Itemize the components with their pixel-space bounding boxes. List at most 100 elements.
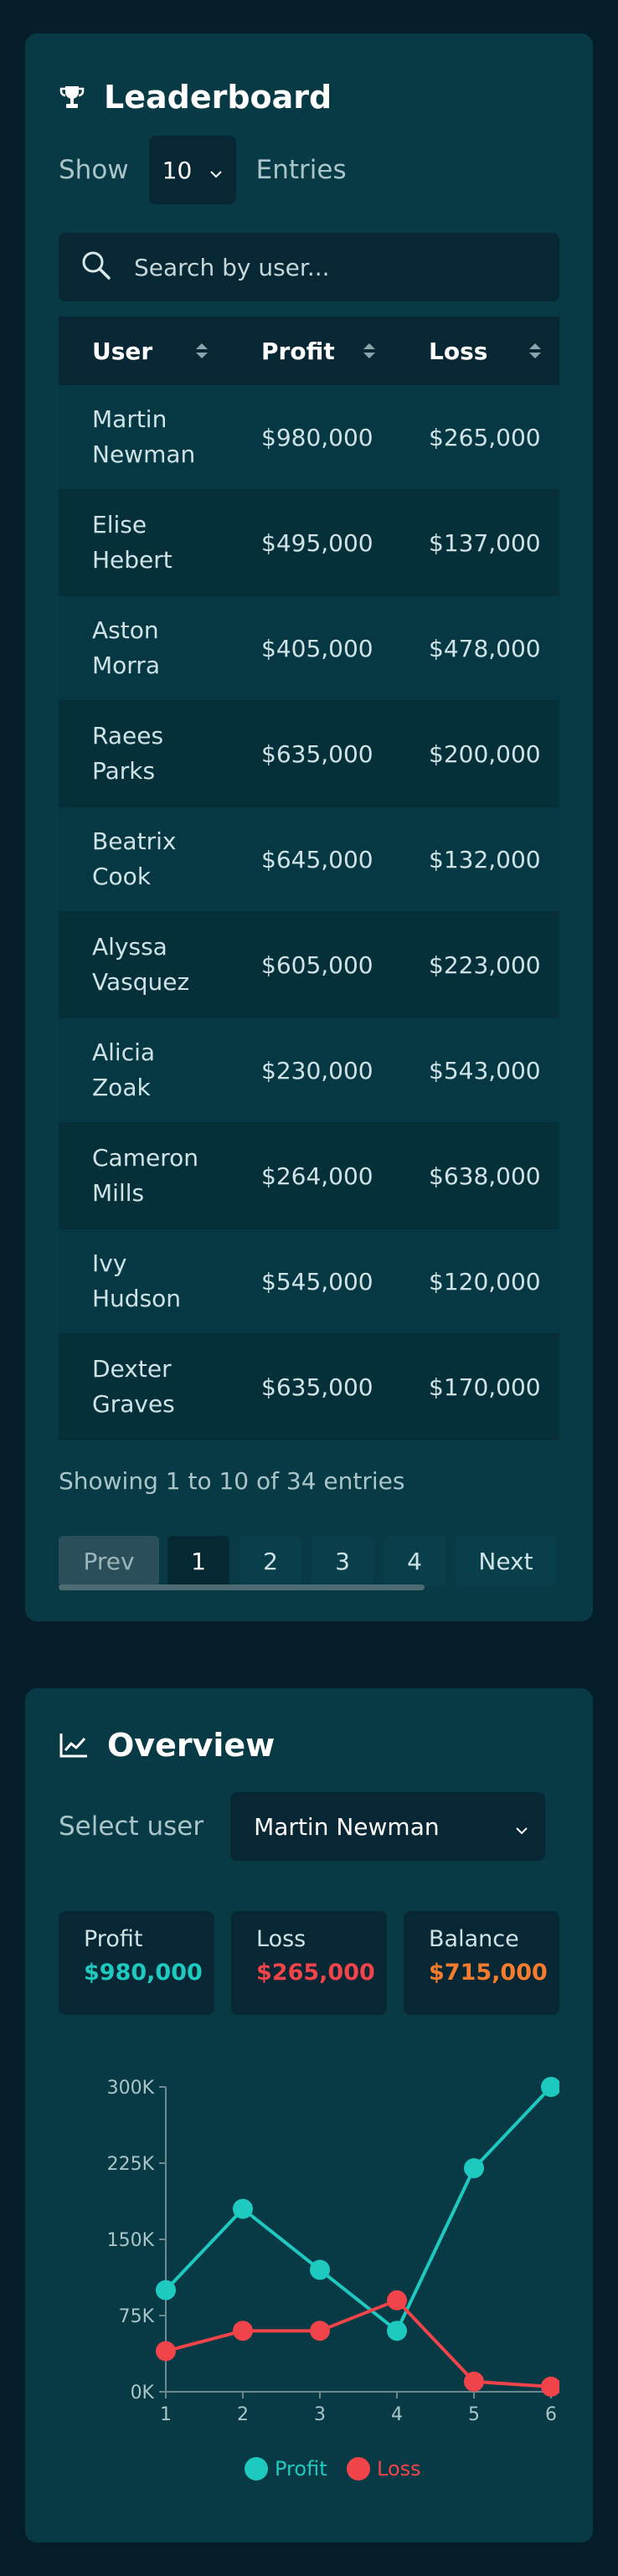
stat-value: $265,000 [256,1960,375,1986]
loss-cell: $543,000 [429,1056,541,1084]
loss-cell: $200,000 [429,739,541,768]
data-point-loss [233,2321,253,2342]
user-cell: Elise Hebert [92,511,173,574]
prev-button[interactable]: Prev [59,1536,159,1586]
table-row[interactable]: Raees Parks $635,000 $200,000 [59,702,559,807]
x-tick-label: 1 [160,2404,172,2425]
data-point-profit [156,2280,176,2300]
table-row[interactable]: Cameron Mills $264,000 $638,000 [59,1124,559,1229]
selected-user: Martin Newman [254,1812,440,1841]
user-select[interactable]: Martin Newman [230,1792,546,1861]
loss-cell: $638,000 [429,1162,541,1190]
profit-loss-chart: 0K 75K 150K 225K 300K 1 2 3 4 5 6 Profit Loss [107,2077,559,2481]
loss-cell: $170,000 [429,1373,541,1401]
profit-cell: $545,000 [261,1267,373,1296]
column-header-loss[interactable]: Loss [394,317,559,385]
pagination-scrollbar[interactable] [59,1584,425,1590]
table-row[interactable]: Dexter Graves $635,000 $170,000 [59,1335,559,1440]
loss-cell: $120,000 [429,1267,541,1296]
user-cell: Beatrix Cook [92,827,177,890]
table-row[interactable]: Elise Hebert $495,000 $137,000 [59,491,559,596]
table-row[interactable]: Beatrix Cook $645,000 $132,000 [59,807,559,913]
stat-label: Profit [84,1926,143,1952]
loss-cell: $223,000 [429,951,541,979]
data-point-loss [541,2376,559,2397]
show-label: Show [59,155,129,185]
balance-stat: Balance $715,000 [404,1911,559,2015]
data-point-loss [464,2371,484,2392]
column-header-user[interactable]: User [59,317,226,385]
x-tick-label: 3 [314,2404,326,2425]
page-4-button[interactable]: 4 [384,1536,445,1586]
next-button[interactable]: Next [456,1536,556,1586]
page-2-button[interactable]: 2 [239,1536,301,1586]
user-cell: Ivy Hudson [92,1249,182,1312]
profit-cell: $495,000 [261,528,373,557]
data-point-loss [310,2321,330,2342]
legend-marker-loss [347,2457,370,2481]
user-cell: Dexter Graves [92,1355,175,1418]
trophy-icon [59,84,85,111]
leaderboard-table: User Profit Loss Martin Newman $980,000 … [59,317,559,1440]
select-user-label: Select user [59,1811,204,1842]
series-line-profit [164,2085,553,2333]
y-tick-label: 225K [107,2154,155,2175]
data-point-profit [310,2259,330,2280]
entries-label: Entries [255,155,347,185]
table-row[interactable]: Ivy Hudson $545,000 $120,000 [59,1229,559,1335]
profit-cell: $405,000 [261,634,373,662]
series-line-loss [165,2298,552,2388]
table-header: User Profit Loss [59,317,559,385]
search-icon [80,250,112,285]
sort-icon [363,343,375,358]
table-row[interactable]: Alyssa Vasquez $605,000 $223,000 [59,913,559,1018]
profit-cell: $645,000 [261,845,373,873]
stat-value: $980,000 [84,1960,203,1986]
leaderboard-title: Leaderboard [59,72,332,122]
entries-value: 10 [162,156,193,184]
search-input[interactable] [132,252,538,282]
profit-cell: $635,000 [261,1373,373,1401]
y-tick-label: 300K [107,2078,155,2099]
pagination: Prev 1 2 3 4 Next [59,1536,559,1591]
legend-label-loss: Loss [377,2457,421,2481]
sort-icon [529,343,541,358]
loss-cell: $137,000 [429,528,541,557]
entries-select[interactable]: 10 [148,136,236,204]
x-tick-label: 4 [391,2404,403,2425]
legend-label-profit: Profit [275,2457,327,2481]
x-tick-label: 5 [468,2404,480,2425]
page-1-button[interactable]: 1 [167,1536,229,1586]
data-point-profit [387,2321,407,2342]
table-info: Showing 1 to 10 of 34 entries [59,1467,405,1495]
data-point-profit [464,2158,484,2179]
stat-label: Loss [256,1926,306,1952]
overview-title: Overview [59,1720,275,1770]
user-cell: Martin Newman [92,405,196,468]
entries-control: Show 10 Entries [59,136,347,204]
table-row[interactable]: Alicia Zoak $230,000 $543,000 [59,1018,559,1124]
data-point-loss [387,2290,407,2311]
chart-line-icon [59,1732,89,1759]
leaderboard-card: Leaderboard Show 10 Entries User P [25,33,593,1621]
overview-card: Overview Select user Martin Newman Profi… [25,1688,593,2543]
table-row[interactable]: Martin Newman $980,000 $265,000 [59,385,559,491]
user-select-control: Select user Martin Newman [59,1792,546,1861]
loss-cell: $265,000 [429,423,541,451]
loss-stat: Loss $265,000 [231,1911,387,2015]
stat-value: $715,000 [429,1960,548,1986]
column-header-profit[interactable]: Profit [226,317,394,385]
user-cell: Aston Morra [92,616,160,679]
y-tick-label: 0K [131,2383,155,2403]
legend-marker-profit [245,2457,268,2481]
user-cell: Cameron Mills [92,1144,198,1207]
y-tick-label: 150K [107,2230,155,2251]
page-3-button[interactable]: 3 [312,1536,373,1586]
profit-cell: $264,000 [261,1162,373,1190]
profit-cell: $635,000 [261,739,373,768]
loss-cell: $478,000 [429,634,541,662]
loss-cell: $132,000 [429,845,541,873]
x-tick-label: 6 [545,2404,557,2425]
table-row[interactable]: Aston Morra $405,000 $478,000 [59,596,559,702]
data-point-profit [233,2198,253,2219]
